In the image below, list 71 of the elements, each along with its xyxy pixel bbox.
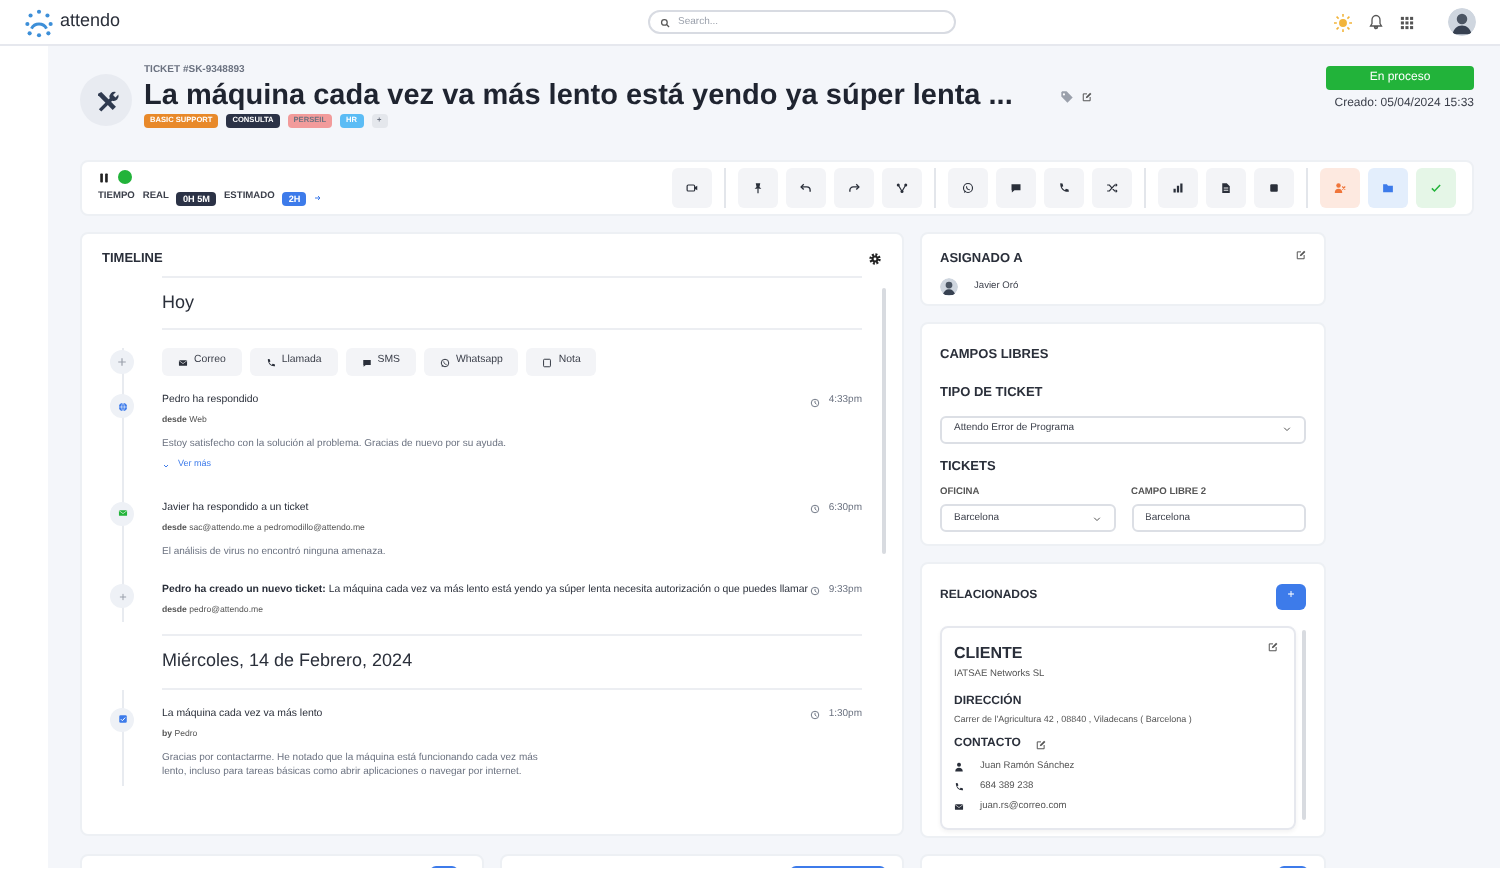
mail-icon [117,508,127,519]
folder-button[interactable] [1368,168,1408,208]
logo-icon [24,7,54,37]
apps-grid-icon [1400,15,1414,29]
clock-icon [810,397,821,407]
document-button[interactable] [1206,168,1246,208]
plus-icon [116,356,128,369]
chat-icon [361,357,372,368]
stop-button[interactable] [1254,168,1294,208]
check-button[interactable] [1416,168,1456,208]
person-icon [954,762,964,773]
tag-icon [1060,89,1075,103]
chat-icon [1010,182,1022,194]
tools-icon [93,87,119,113]
merge-button[interactable] [882,168,922,208]
edit-icon [1268,642,1278,652]
assignee-avatar [940,277,958,296]
camera-icon [686,182,698,194]
chat-button[interactable] [996,168,1036,208]
add-node[interactable] [110,350,134,375]
phone-icon [954,782,964,793]
pin-icon [752,182,764,194]
phone-icon [1058,182,1070,194]
settings-icon [868,252,882,267]
document-icon [1220,182,1232,194]
merge-icon [896,182,908,194]
redo-button[interactable] [834,168,874,208]
user-remove-button[interactable] [1320,168,1360,208]
chart-button[interactable] [1158,168,1198,208]
bell-icon [1368,14,1384,30]
edit-icon [1036,739,1047,750]
date-heading: Hoy [162,275,862,331]
mail-icon [178,357,188,368]
mail-icon [954,802,964,813]
sun-icon [1334,13,1352,31]
shuffle-button[interactable] [1092,168,1132,208]
caret-icon [1091,513,1101,524]
plus-icon [117,591,127,602]
pause-icon [98,171,110,184]
undo-icon [800,182,812,194]
scrollbar-thumb[interactable] [882,288,886,554]
stop-icon [1268,182,1280,194]
globe-icon [117,401,127,412]
whatsapp-icon [962,182,974,194]
phone-icon [265,357,276,368]
folder-icon [1382,182,1394,194]
note-icon [542,357,553,368]
clock-icon [810,710,821,721]
client-heading: CLIENTE [954,642,1023,666]
check-icon [1430,182,1442,194]
ticket-title: La máquina cada vez va más lento está yendo ya súper lenta ... [144,79,1013,113]
camera-button[interactable] [672,168,712,208]
checkbox-icon [117,714,127,725]
shuffle-icon [1106,182,1118,194]
clock-icon [810,504,821,515]
date-heading: Miércoles, 14 de Febrero, 2024 [162,634,862,690]
search-icon [660,17,671,27]
user-avatar [1448,8,1476,36]
chart-icon [1172,182,1184,194]
edit-icon [1082,91,1093,101]
scrollbar-thumb[interactable] [1302,630,1306,820]
brand-name: attendo [60,8,121,35]
edit-icon [1296,250,1306,260]
caret-icon [1282,424,1292,434]
undo-button[interactable] [786,168,826,208]
pin-button[interactable] [738,168,778,208]
clock-icon [810,586,821,597]
user-remove-icon [1334,182,1346,194]
whatsapp-icon [440,357,451,368]
arrow-icon [314,194,323,202]
redo-icon [848,182,860,194]
